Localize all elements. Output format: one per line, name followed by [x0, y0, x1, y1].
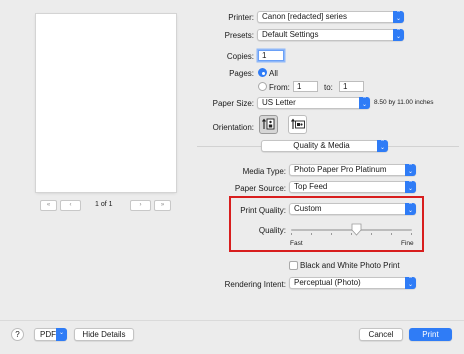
media-type-value: Photo Paper Pro Platinum: [294, 165, 387, 174]
pages-from-radio[interactable]: [258, 82, 267, 91]
chevron-updown-icon: ⌃ ⌄: [405, 203, 416, 215]
rendering-intent-value: Perceptual (Photo): [294, 278, 361, 287]
prev-page-button[interactable]: ‹: [60, 200, 81, 211]
portrait-orientation-button[interactable]: [259, 115, 278, 134]
media-type-label: Media Type:: [242, 167, 286, 176]
print-quality-label: Print Quality:: [240, 206, 286, 215]
chevron-updown-icon: ⌃ ⌄: [359, 97, 370, 109]
chevron-down-icon: ⌄: [56, 328, 67, 341]
help-icon[interactable]: ?: [11, 328, 24, 341]
paper-source-label: Paper Source:: [234, 184, 286, 193]
chevron-updown-icon: ⌃ ⌄: [405, 181, 416, 193]
media-type-popup[interactable]: Photo Paper Pro Platinum ⌃ ⌄: [289, 164, 416, 176]
last-page-button[interactable]: »: [154, 200, 171, 211]
slider-tick: [371, 233, 372, 235]
slider-tick: [391, 233, 392, 235]
bw-photo-label: Black and White Photo Print: [300, 261, 400, 270]
quality-slider-thumb[interactable]: [351, 223, 362, 236]
slider-tick: [291, 233, 292, 235]
paper-size-value: US Letter: [262, 98, 296, 107]
section-popup-value: Quality & Media: [293, 141, 350, 150]
landscape-orientation-icon: [291, 118, 305, 129]
quality-slider[interactable]: [291, 223, 412, 237]
slider-tick: [411, 233, 412, 235]
page-preview: [36, 14, 176, 192]
slider-tick: [311, 233, 312, 235]
print-quality-popup[interactable]: Custom ⌃ ⌄: [289, 203, 416, 215]
next-page-button[interactable]: ›: [130, 200, 151, 211]
presets-value: Default Settings: [262, 30, 319, 39]
landscape-orientation-button[interactable]: [288, 115, 307, 134]
paper-size-label: Paper Size:: [212, 99, 254, 108]
hide-details-button[interactable]: Hide Details: [74, 328, 134, 341]
chevron-updown-icon: ⌃ ⌄: [405, 164, 416, 176]
orientation-label: Orientation:: [212, 123, 254, 132]
pdf-label: PDF: [40, 330, 56, 339]
printer-label: Printer:: [228, 13, 254, 22]
paper-source-popup[interactable]: Top Feed ⌃ ⌄: [289, 181, 416, 193]
rendering-intent-popup[interactable]: Perceptual (Photo) ⌃ ⌄: [289, 277, 416, 289]
pages-to-label: to:: [324, 83, 333, 92]
pages-to-field[interactable]: 1: [339, 81, 364, 92]
section-popup[interactable]: Quality & Media ⌃ ⌄: [261, 140, 388, 152]
paper-size-popup[interactable]: US Letter ⌃ ⌄: [257, 97, 370, 109]
chevron-updown-icon: ⌃ ⌄: [393, 29, 404, 41]
paper-source-value: Top Feed: [294, 182, 328, 191]
presets-label: Presets:: [224, 31, 254, 40]
bw-photo-checkbox[interactable]: [289, 261, 298, 270]
footer-divider: [0, 320, 464, 321]
quality-max-label: Fine: [401, 240, 414, 247]
cancel-button[interactable]: Cancel: [359, 328, 403, 341]
pages-all-radio[interactable]: [258, 68, 267, 77]
copies-label: Copies:: [226, 52, 254, 61]
chevron-updown-icon: ⌃ ⌄: [377, 140, 388, 152]
presets-popup[interactable]: Default Settings ⌃ ⌄: [257, 29, 404, 41]
quality-label: Quality:: [258, 226, 286, 235]
pages-all-label: All: [269, 69, 278, 78]
printer-value: Canon [redacted] series: [262, 12, 347, 21]
pages-label: Pages:: [229, 69, 254, 78]
quality-min-label: Fast: [290, 240, 303, 247]
page-indicator: 1 of 1: [95, 201, 113, 208]
paper-size-dimensions: 8.50 by 11.00 inches: [374, 99, 434, 106]
pages-from-label: From:: [269, 83, 290, 92]
pdf-button[interactable]: PDF ⌄: [34, 328, 67, 341]
slider-tick: [331, 233, 332, 235]
first-page-button[interactable]: «: [40, 200, 57, 211]
print-button[interactable]: Print: [409, 328, 452, 341]
pages-from-field[interactable]: 1: [293, 81, 318, 92]
rendering-intent-label: Rendering Intent:: [224, 280, 286, 289]
printer-popup[interactable]: Canon [redacted] series ⌃ ⌄: [257, 11, 404, 23]
chevron-updown-icon: ⌃ ⌄: [393, 11, 404, 23]
print-quality-value: Custom: [294, 204, 322, 213]
chevron-updown-icon: ⌃ ⌄: [405, 277, 416, 289]
copies-field[interactable]: 1: [258, 50, 284, 61]
portrait-orientation-icon: [262, 118, 275, 130]
